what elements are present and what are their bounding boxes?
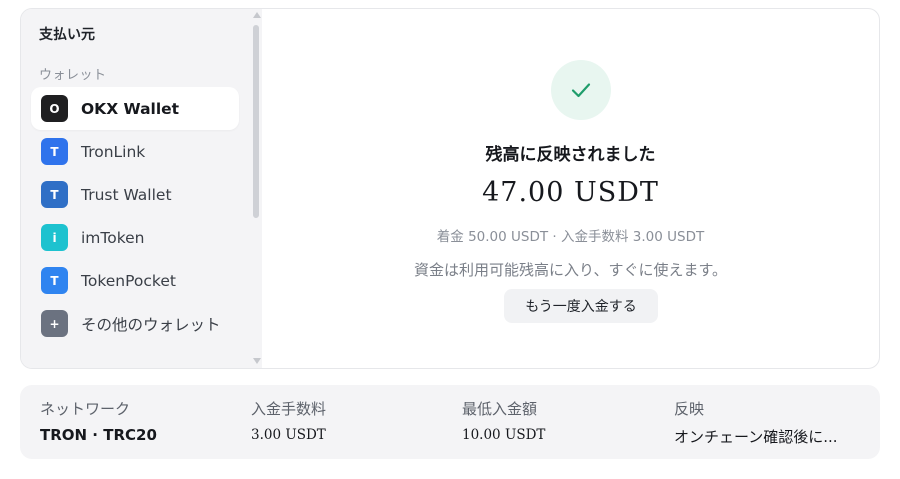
deposit-card: 支払い元 ウォレット O OKX Wallet T TronLink T Trust Wa…	[20, 8, 880, 369]
credited-amount: 47.00 USDT	[482, 177, 659, 208]
wallet-item-label: Trust Wallet	[81, 185, 172, 204]
reflect-value: オンチェーン確認後に...	[674, 428, 838, 446]
min-deposit-info: 最低入金額 10.00 USDT	[462, 398, 545, 443]
scroll-down-arrow-icon[interactable]	[253, 358, 261, 364]
wallet-list: O OKX Wallet T TronLink T Trust Wallet i imToke…	[31, 87, 239, 345]
reflect-info: 反映 オンチェーン確認後に...	[674, 398, 838, 447]
wallet-item-5[interactable]: + その他のウォレット	[31, 302, 239, 345]
wallet-item-label: TokenPocket	[81, 271, 176, 290]
trust-wallet-icon: T	[41, 181, 68, 208]
network-info-bar: ネットワーク TRON · TRC20 入金手数料 3.00 USDT 最低入金…	[20, 385, 880, 459]
network-label: ネットワーク	[40, 400, 131, 418]
wallet-item-label: imToken	[81, 228, 145, 247]
fee-info: 入金手数料 3.00 USDT	[251, 398, 326, 443]
success-badge	[551, 60, 611, 120]
min-deposit-value: 10.00 USDT	[462, 427, 546, 443]
wallet-item-label: その他のウォレット	[81, 315, 221, 334]
min-deposit-label: 最低入金額	[462, 400, 538, 418]
payment-source-sidebar: 支払い元 ウォレット O OKX Wallet T TronLink T Trust Wa…	[21, 9, 262, 368]
network-value: TRON · TRC20	[40, 426, 157, 444]
result-panel: 残高に反映されました 47.00 USDT 着金 50.00 USDT · 入金…	[262, 9, 879, 368]
wallet-item-label: TronLink	[81, 142, 146, 161]
sidebar-scrollbar[interactable]	[251, 9, 262, 368]
amount-breakdown: 着金 50.00 USDT · 入金手数料 3.00 USDT	[436, 229, 705, 245]
fee-label: 入金手数料	[251, 400, 327, 418]
result-title: 残高に反映されました	[485, 145, 656, 165]
imtoken-icon: i	[41, 224, 68, 251]
wallet-section-label: ウォレット	[39, 68, 107, 83]
tokenpocket-icon: T	[41, 267, 68, 294]
tronlink-icon: T	[41, 138, 68, 165]
scroll-up-arrow-icon[interactable]	[253, 12, 261, 18]
wallet-item-0[interactable]: O OKX Wallet	[31, 87, 239, 130]
wallet-item-2[interactable]: T Trust Wallet	[31, 173, 239, 216]
wallet-item-4[interactable]: T TokenPocket	[31, 259, 239, 302]
wallet-item-1[interactable]: T TronLink	[31, 130, 239, 173]
reflect-label: 反映	[674, 400, 705, 418]
fee-value: 3.00 USDT	[251, 427, 326, 443]
availability-note: 資金は利用可能残高に入り、すぐに使えます。	[414, 261, 727, 279]
network-info: ネットワーク TRON · TRC20	[40, 398, 157, 444]
scrollbar-thumb[interactable]	[253, 25, 259, 218]
okx-icon: O	[41, 95, 68, 122]
deposit-again-button[interactable]: もう一度入金する	[504, 289, 658, 323]
wallet-item-label: OKX Wallet	[81, 99, 180, 118]
sidebar-title: 支払い元	[39, 27, 95, 43]
plus-icon: +	[41, 310, 68, 337]
wallet-item-3[interactable]: i imToken	[31, 216, 239, 259]
check-icon	[571, 83, 591, 98]
